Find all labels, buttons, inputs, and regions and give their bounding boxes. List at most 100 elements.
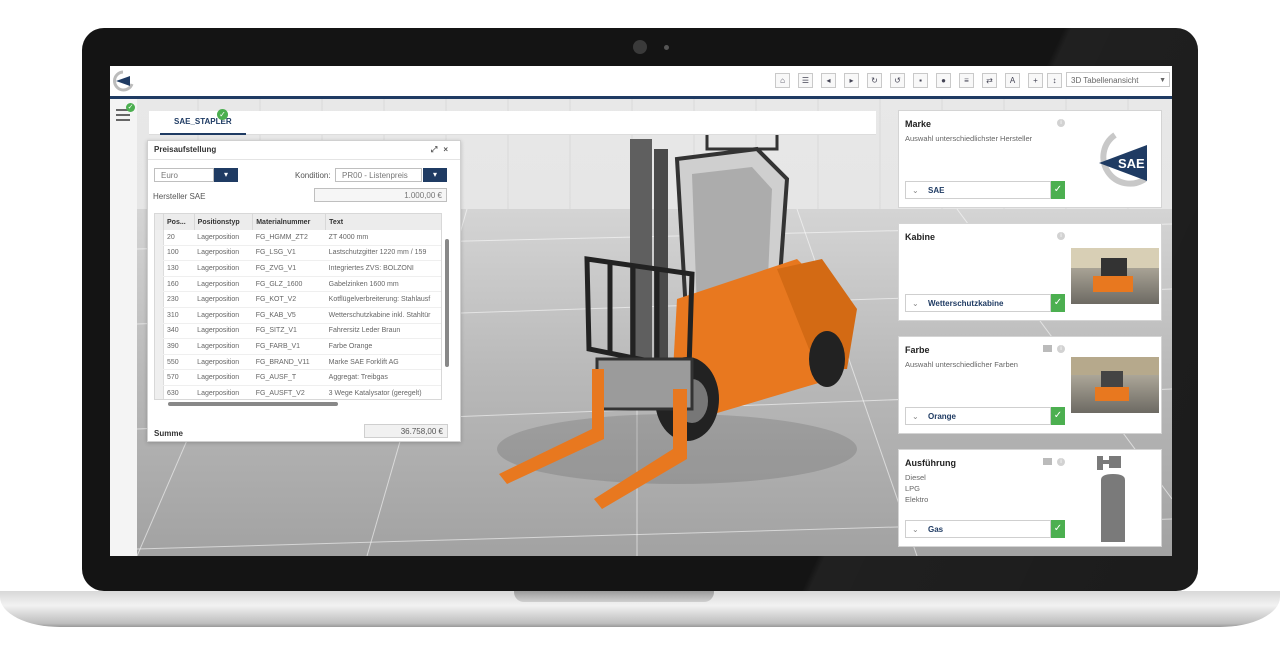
kabine-select[interactable]: ⌄ Wetterschutzkabine [905,294,1051,312]
chevron-down-icon[interactable]: ▾ [214,168,238,182]
gas-bottle-icon [1097,456,1125,542]
horizontal-scrollbar[interactable] [156,401,440,407]
table-row[interactable]: 160 Lagerposition FG_GLZ_1600 Gabelzinken 1… [155,276,441,293]
table-cell: Fahrersitz Leder Braun [325,323,441,340]
chevron-down-icon[interactable]: ▾ [423,168,447,182]
confirm-check-button[interactable]: ✓ [1051,407,1065,425]
list-icon[interactable]: ☰ [798,73,813,88]
table-cell: Lagerposition [194,260,253,277]
row-handle[interactable] [155,307,164,324]
vertical-scrollbar[interactable] [444,219,450,397]
column-header[interactable]: Materialnummer [252,214,327,230]
info-icon[interactable]: i [1057,345,1065,353]
column-header[interactable]: Positionstyp [194,214,254,230]
table-row[interactable]: 390 Lagerposition FG_FARB_V1 Farbe Orange [155,338,441,355]
option-lpg[interactable]: LPG [905,483,928,494]
tag-icon[interactable]: ● [936,73,951,88]
table-cell: ZT 4000 mm [325,230,441,246]
table-cell: FG_BRAND_V11 [252,354,326,371]
view-select[interactable]: 3D Tabellenansicht ▼ [1066,72,1170,87]
row-handle[interactable] [155,245,164,262]
confirm-check-button[interactable]: ✓ [1051,181,1065,199]
chevron-down-icon: ⌄ [912,186,919,195]
row-handle[interactable] [155,230,164,246]
farbe-select[interactable]: ⌄ Orange [905,407,1051,425]
plus-icon[interactable]: + [1028,73,1043,88]
table-row[interactable]: 20 Lagerposition FG_HGMM_ZT2 ZT 4000 mm [155,230,441,246]
confirm-check-button[interactable]: ✓ [1051,520,1065,538]
home-icon[interactable]: ⌂ [775,73,790,88]
table-row[interactable]: 340 Lagerposition FG_SITZ_V1 Fahrersitz Led… [155,323,441,340]
row-handle[interactable] [155,369,164,386]
forward-icon[interactable]: ▸ [844,73,859,88]
option-elektro[interactable]: Elektro [905,494,928,505]
card-title: Kabine [905,232,936,242]
option-diesel[interactable]: Diesel [905,472,928,483]
close-icon[interactable]: × [443,145,454,154]
panel-controls[interactable]: ⤢× [431,141,454,159]
table-row[interactable]: 230 Lagerposition FG_KOT_V2 Kotflügelverbre… [155,291,441,308]
row-handle[interactable] [155,323,164,340]
table-row[interactable]: 630 Lagerposition FG_AUSFT_V2 3 Wege Kataly… [155,385,441,399]
table-cell: Lagerposition [194,385,253,399]
card-marke: Marke i Auswahl unterschiedlichster Hers… [898,110,1162,208]
marke-select[interactable]: ⌄ SAE [905,181,1051,199]
back-icon[interactable]: ◂ [821,73,836,88]
condition-select[interactable]: PR00 - Listenpreis [335,168,422,182]
table-row[interactable]: 100 Lagerposition FG_LSG_V1 Lastschutzgitte… [155,245,441,262]
ausfuehrung-select[interactable]: ⌄ Gas [905,520,1051,538]
sum-label: Summe [154,429,183,438]
row-handle[interactable] [155,276,164,293]
card-ausfuehrung: Ausführung i Diesel LPG Elektro ⌄ Gas ✓ [898,449,1162,547]
table-cell: Lagerposition [194,369,253,386]
card-farbe: Farbe i Auswahl unterschiedlicher Farben… [898,336,1162,434]
row-handle[interactable] [155,385,164,399]
row-handle[interactable] [155,354,164,371]
row-handle[interactable] [155,291,164,308]
refresh-icon[interactable]: ↻ [867,73,882,88]
confirm-check-button[interactable]: ✓ [1051,294,1065,312]
table-row[interactable]: 310 Lagerposition FG_KAB_V5 Wetterschutzkab… [155,307,441,324]
price-panel: Preisaufstellung ⤢× Euro ▾ Kondition: PR… [147,140,461,442]
info-icon[interactable]: i [1057,119,1065,127]
text-icon[interactable]: A [1005,73,1020,88]
expand-icon[interactable]: ⤢ [431,145,443,154]
undo-icon[interactable]: ↺ [890,73,905,88]
forklift-3d-model[interactable] [477,119,877,519]
table-cell: Gabelzinken 1600 mm [325,276,441,293]
table-row[interactable]: 570 Lagerposition FG_AUSF_T Aggregat: Treib… [155,369,441,386]
manufacturer-label: Hersteller SAE [153,192,206,201]
image-icon[interactable] [1043,345,1052,352]
swap-icon[interactable]: ⇄ [982,73,997,88]
tab-sae-stapler[interactable]: SAE_STAPLER [160,111,246,135]
chevron-down-icon: ▼ [1159,77,1166,84]
save-icon[interactable]: ▪ [913,73,928,88]
ausfuehrung-value: Gas [928,525,944,534]
table-cell: 630 [163,385,195,399]
table-row[interactable]: 550 Lagerposition FG_BRAND_V11 Marke SAE Fo… [155,354,441,371]
farbe-thumbnail [1071,357,1159,413]
table-cell: 3 Wege Katalysator (geregelt) [325,385,441,399]
column-header[interactable]: Text [325,214,441,230]
card-title: Farbe [905,345,930,355]
info-icon[interactable]: i [1057,458,1065,466]
table-cell: 390 [163,338,195,355]
table-cell: Lagerposition [194,291,253,308]
table-row[interactable]: 130 Lagerposition FG_ZVG_V1 Integriertes ZV… [155,260,441,277]
card-title: Marke [905,119,932,129]
kabine-value: Wetterschutzkabine [928,299,1004,308]
table-cell: 310 [163,307,195,324]
position-table: Pos... Positionstyp Materialnummer Text … [154,213,442,400]
sort-icon[interactable]: ↕ [1047,73,1062,88]
camera [633,40,647,54]
column-header[interactable]: Pos... [163,214,195,230]
image-icon[interactable] [1043,458,1052,465]
info-icon[interactable]: i [1057,232,1065,240]
menu-icon[interactable]: ≡ [959,73,974,88]
currency-select[interactable]: Euro [154,168,214,182]
farbe-value: Orange [928,412,957,421]
row-handle[interactable] [155,338,164,355]
table-cell: FG_ZVG_V1 [252,260,326,277]
brand-logo: SAE [1099,132,1147,187]
row-handle[interactable] [155,260,164,277]
